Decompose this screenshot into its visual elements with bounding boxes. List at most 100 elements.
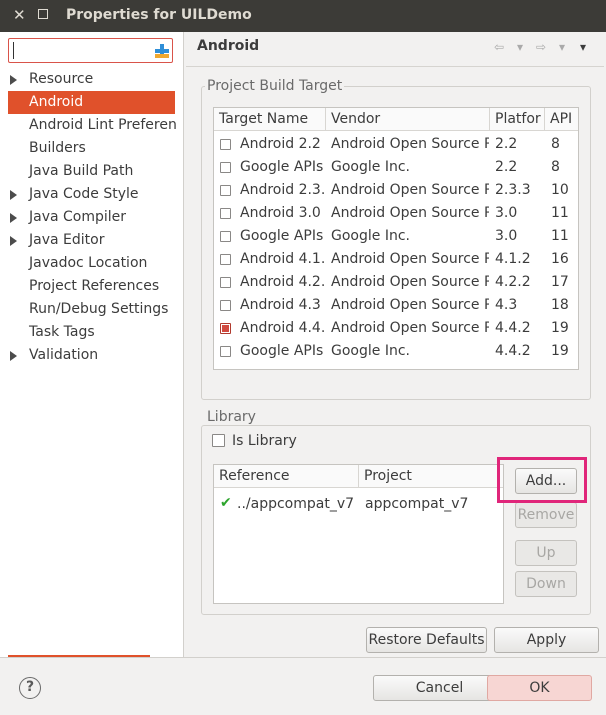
tree-item[interactable]: Java Build Path: [0, 160, 183, 183]
back-arrow-icon[interactable]: ⇦: [492, 40, 506, 54]
target-checkbox[interactable]: [220, 185, 231, 196]
tree-item[interactable]: Java Code Style: [0, 183, 183, 206]
clear-filter-icon[interactable]: [154, 43, 170, 59]
platform-cell: 3.0: [495, 228, 518, 244]
maximize-icon[interactable]: [38, 9, 48, 19]
target-name-cell: Android 2.2: [240, 136, 321, 152]
tree-item[interactable]: Resource: [0, 68, 183, 91]
vendor-cell: Android Open Source Pr: [331, 251, 489, 267]
api-cell: 16: [551, 251, 569, 267]
vendor-cell: Android Open Source Pr: [331, 182, 489, 198]
target-name-cell: Android 4.3: [240, 297, 321, 313]
table-header: Target Name Vendor Platfor API: [214, 108, 578, 131]
build-target-table: Target Name Vendor Platfor API Android 2…: [213, 107, 579, 370]
column-header-target-name[interactable]: Target Name: [214, 108, 325, 131]
vendor-cell: Android Open Source Pr: [331, 205, 489, 221]
table-row[interactable]: Android 4.3 Android Open Source Pr 4.3 18: [214, 294, 578, 317]
table-row[interactable]: Android 2.2 Android Open Source Pr 2.2 8: [214, 133, 578, 156]
target-checkbox[interactable]: [220, 346, 231, 357]
platform-cell: 3.0: [495, 205, 518, 221]
apply-button[interactable]: Apply: [494, 627, 599, 653]
api-cell: 10: [551, 182, 569, 198]
is-library-label: Is Library: [232, 433, 297, 449]
table-row[interactable]: Google APIs Google Inc. 2.2 8: [214, 156, 578, 179]
target-checkbox[interactable]: [220, 323, 231, 334]
tree-item[interactable]: Builders: [0, 137, 183, 160]
filter-input[interactable]: [13, 42, 143, 59]
tree-item-label: Builders: [29, 140, 86, 156]
tree-item[interactable]: Java Editor: [0, 229, 183, 252]
target-name-cell: Google APIs: [240, 343, 324, 359]
platform-cell: 2.2: [495, 136, 518, 152]
header-separator: [186, 66, 604, 67]
page-navigation: ⇦ ▾ ⇨ ▾ ▾: [492, 40, 590, 54]
expand-arrow-icon[interactable]: [10, 351, 17, 361]
restore-defaults-button[interactable]: Restore Defaults: [366, 627, 487, 653]
project-cell: appcompat_v7: [365, 496, 469, 512]
table-row[interactable]: Android 4.1.: Android Open Source Pr 4.1.2…: [214, 248, 578, 271]
preference-tree-pane: Resource Android Android Lint Preferen Buil…: [0, 32, 184, 658]
table-row[interactable]: ✔ ../appcompat_v7 appcompat_v7: [214, 493, 503, 516]
tree-item[interactable]: Java Compiler: [0, 206, 183, 229]
tree-item[interactable]: Run/Debug Settings: [0, 298, 183, 321]
tree-item[interactable]: Android: [8, 91, 175, 114]
expand-arrow-icon[interactable]: [10, 236, 17, 246]
tree-item[interactable]: Validation: [0, 344, 183, 367]
table-row[interactable]: Google APIs Google Inc. 3.0 11: [214, 225, 578, 248]
table-row[interactable]: Android 2.3.: Android Open Source Pr 2.3.3…: [214, 179, 578, 202]
platform-cell: 4.1.2: [495, 251, 531, 267]
remove-button[interactable]: Remove: [515, 502, 577, 528]
api-cell: 11: [551, 205, 569, 221]
expand-arrow-icon[interactable]: [10, 190, 17, 200]
tree-item-label: Android Lint Preferen: [29, 117, 177, 133]
expand-arrow-icon[interactable]: [10, 75, 17, 85]
tree-item-label: Task Tags: [29, 324, 95, 340]
api-cell: 19: [551, 343, 569, 359]
close-icon[interactable]: ✕: [13, 6, 26, 24]
target-name-cell: Android 2.3.:: [240, 182, 324, 198]
tree-item[interactable]: Android Lint Preferen: [0, 114, 183, 137]
expand-arrow-icon[interactable]: [10, 213, 17, 223]
tree-item-label: Java Build Path: [29, 163, 134, 179]
vendor-cell: Android Open Source Pr: [331, 297, 489, 313]
up-button[interactable]: Up: [515, 540, 577, 566]
forward-menu-chevron-icon[interactable]: ▾: [555, 40, 569, 54]
is-library-checkbox[interactable]: [212, 434, 225, 447]
down-button[interactable]: Down: [515, 571, 577, 597]
forward-arrow-icon[interactable]: ⇨: [534, 40, 548, 54]
tree-item-label: Run/Debug Settings: [29, 301, 169, 317]
column-header-vendor[interactable]: Vendor: [325, 108, 489, 131]
column-header-platform[interactable]: Platfor: [489, 108, 544, 131]
tree-item-label: Android: [29, 94, 84, 110]
tree-item-label: Validation: [29, 347, 99, 363]
target-checkbox[interactable]: [220, 208, 231, 219]
tree-item[interactable]: Task Tags: [0, 321, 183, 344]
table-row[interactable]: Google APIs Google Inc. 4.4.2 19: [214, 340, 578, 363]
tree-item[interactable]: Project References: [0, 275, 183, 298]
ok-button[interactable]: OK: [487, 675, 592, 701]
table-row[interactable]: Android 4.2.: Android Open Source Pr 4.2.2…: [214, 271, 578, 294]
back-menu-chevron-icon[interactable]: ▾: [513, 40, 527, 54]
library-reference-table: Reference Project ✔ ../appcompat_v7 appc…: [213, 464, 504, 604]
preference-tree: Resource Android Android Lint Preferen Buil…: [0, 68, 183, 367]
table-row[interactable]: Android 3.0 Android Open Source Pr 3.0 11: [214, 202, 578, 225]
target-checkbox[interactable]: [220, 139, 231, 150]
target-checkbox[interactable]: [220, 162, 231, 173]
check-icon: ✔: [220, 495, 232, 511]
target-checkbox[interactable]: [220, 277, 231, 288]
table-row[interactable]: Android 4.4.: Android Open Source Pr 4.4.2…: [214, 317, 578, 340]
target-checkbox[interactable]: [220, 300, 231, 311]
help-icon[interactable]: ?: [19, 677, 41, 699]
column-header-reference[interactable]: Reference: [214, 465, 358, 488]
tree-item[interactable]: Javadoc Location: [0, 252, 183, 275]
target-checkbox[interactable]: [220, 254, 231, 265]
column-header-project[interactable]: Project: [358, 465, 504, 488]
target-checkbox[interactable]: [220, 231, 231, 242]
target-name-cell: Google APIs: [240, 228, 324, 244]
column-header-api[interactable]: API: [544, 108, 579, 131]
tree-item-label: Java Compiler: [29, 209, 127, 225]
filter-box[interactable]: [8, 38, 173, 63]
target-name-cell: Android 4.4.:: [240, 320, 324, 336]
platform-cell: 4.3: [495, 297, 518, 313]
view-menu-icon[interactable]: ▾: [576, 40, 590, 54]
